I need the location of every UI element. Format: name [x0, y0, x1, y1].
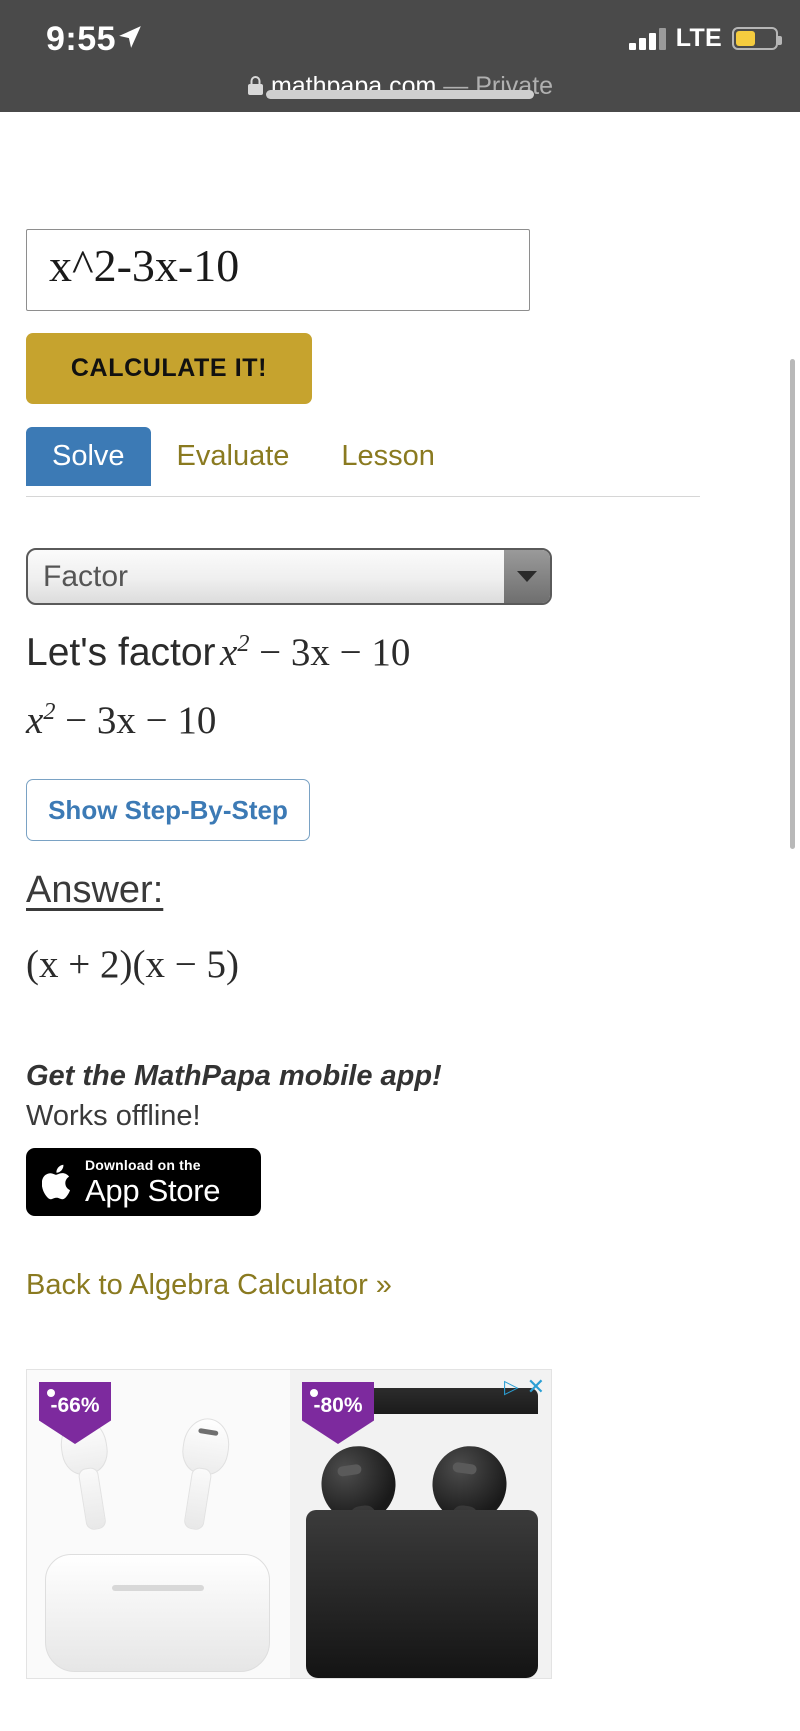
ad-banner[interactable]: ▷ ✕ -66% -80%: [26, 1369, 552, 1679]
ad-controls: ▷ ✕: [504, 1374, 545, 1400]
expression-input-value: x^2-3x-10: [49, 240, 240, 291]
expression-input[interactable]: x^2-3x-10: [26, 229, 530, 311]
operation-select-value: Factor: [43, 560, 129, 593]
restate-exponent: 2: [43, 698, 56, 725]
battery-icon: [732, 27, 782, 50]
chevron-down-icon[interactable]: [504, 550, 550, 603]
black-charging-case: [306, 1510, 538, 1678]
answer-value: (x + 2)(x − 5): [26, 942, 239, 987]
factor-restate-line: x2 − 3x − 10: [26, 698, 216, 743]
intro-rest: − 3x − 10: [249, 631, 411, 674]
ad-right-panel[interactable]: -80%: [290, 1370, 551, 1678]
promo-headline: Get the MathPapa mobile app!: [26, 1060, 442, 1092]
status-time: 9:55: [46, 20, 117, 58]
tab-lesson[interactable]: Lesson: [315, 427, 461, 486]
tab-evaluate[interactable]: Evaluate: [151, 427, 316, 486]
answer-heading: Answer:: [26, 869, 164, 911]
close-icon[interactable]: ✕: [527, 1374, 545, 1400]
ad-left-panel[interactable]: -66%: [27, 1370, 290, 1678]
home-indicator[interactable]: [266, 90, 534, 99]
restate-rest: − 3x − 10: [55, 699, 217, 742]
answer-expression: (x + 2)(x − 5): [26, 943, 239, 986]
tab-solve[interactable]: Solve: [26, 427, 151, 486]
app-store-badge[interactable]: Download on the App Store: [26, 1148, 261, 1216]
app-store-line2: App Store: [85, 1173, 221, 1208]
apple-logo-icon: [42, 1164, 70, 1200]
app-store-line1: Download on the: [85, 1157, 201, 1173]
show-step-by-step-button[interactable]: Show Step-By-Step: [26, 779, 310, 841]
page-scrollbar[interactable]: [790, 359, 795, 849]
intro-exponent: 2: [237, 630, 250, 657]
back-to-algebra-calculator-link[interactable]: Back to Algebra Calculator »: [26, 1269, 392, 1302]
location-arrow-icon: [119, 26, 141, 48]
restate-base: x: [26, 699, 44, 742]
signal-strength-icon: [628, 27, 666, 50]
lock-icon: [247, 76, 263, 95]
promo-subline: Works offline!: [26, 1100, 201, 1132]
white-charging-case: [45, 1554, 270, 1672]
calculate-button[interactable]: CALCULATE IT!: [26, 333, 312, 404]
ad-right-discount-badge: -80%: [302, 1382, 374, 1444]
operation-select[interactable]: Factor: [26, 548, 552, 605]
intro-base: x: [220, 631, 238, 674]
factor-intro-label: Let's factor: [26, 631, 216, 674]
white-earbud-right: [171, 1415, 234, 1531]
adchoices-icon[interactable]: ▷: [504, 1376, 519, 1399]
mode-tabs: Solve Evaluate Lesson: [26, 427, 700, 497]
factor-intro-line: Let's factor x2 − 3x − 10: [26, 630, 410, 675]
status-indicators: LTE: [628, 24, 782, 53]
factor-intro-expression: x2 − 3x − 10: [220, 630, 411, 674]
phone-screen: 9:55 LTE mathpapa.com — Private x^2-3x-1…: [0, 0, 800, 1731]
factor-restate-expression: x2 − 3x − 10: [26, 698, 217, 742]
network-type-label: LTE: [675, 24, 722, 52]
